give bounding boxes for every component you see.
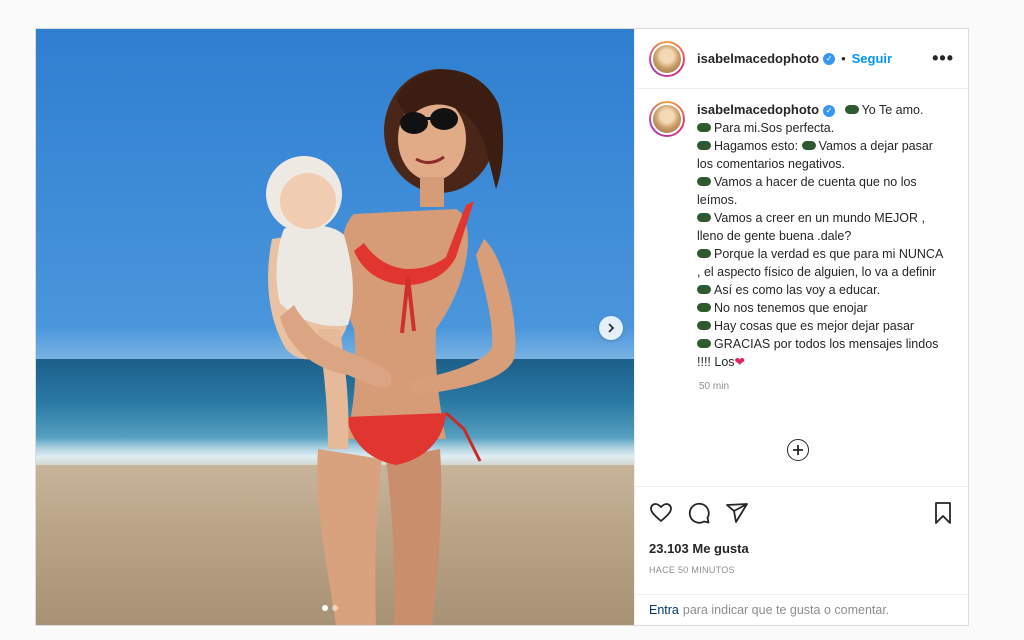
caption-line: Así es como las voy a educar. (714, 283, 881, 297)
sunglasses-emoji-icon (697, 249, 711, 259)
posted-time: HACE 50 MINUTOS (649, 565, 735, 575)
carousel-dot (322, 605, 328, 611)
login-prompt-text: para indicar que te gusta o comentar. (682, 603, 890, 617)
next-photo-button[interactable] (599, 316, 623, 340)
caption-line: No nos tenemos que enojar (714, 301, 868, 315)
caption-line: Porque la verdad es que para mi NUNCA , … (697, 247, 943, 279)
caption-line: Yo Te amo. (861, 103, 924, 117)
sunglasses-emoji-icon (697, 123, 711, 133)
caption-time[interactable]: 50 min (699, 381, 954, 392)
action-icons (649, 501, 954, 525)
sunglasses-emoji-icon (697, 141, 711, 151)
plus-circle-icon (793, 445, 803, 455)
avatar[interactable] (649, 40, 685, 77)
caption-line: Hagamos esto: (714, 139, 799, 153)
chevron-right-icon (608, 323, 615, 333)
sunglasses-emoji-icon (844, 105, 859, 115)
caption-username[interactable]: isabelmacedophoto (697, 102, 819, 117)
post-photo[interactable] (36, 29, 634, 625)
post-actions: 23.103 Me gusta HACE 50 MINUTOS (635, 486, 968, 594)
carousel-dot (332, 605, 338, 611)
comments-section: isabelmacedophoto ✓ Yo Te amo. Para mi.So… (635, 89, 968, 486)
sunglasses-emoji-icon (697, 177, 711, 187)
sunglasses-emoji-icon (697, 285, 711, 295)
verified-icon: ✓ (823, 104, 836, 117)
heart-emoji-icon: ❤ (734, 355, 746, 369)
login-link[interactable]: Entra (649, 603, 679, 617)
bookmark-icon[interactable] (932, 501, 954, 525)
carousel-dots (322, 605, 338, 611)
caption-line: Hay cosas que es mejor dejar pasar (714, 319, 915, 333)
instagram-post: isabelmacedophoto ✓ • Seguir ••• isabelm… (35, 28, 969, 626)
share-icon[interactable] (725, 501, 749, 525)
caption-line: Vamos a creer en un mundo MEJOR , lleno … (697, 211, 925, 243)
separator-dot: • (841, 51, 846, 66)
more-options-button[interactable]: ••• (932, 48, 954, 69)
load-more-comments-button[interactable] (787, 439, 809, 461)
sunglasses-emoji-icon (697, 339, 711, 349)
caption-line: Para mi.Sos perfecta. (714, 121, 835, 135)
follow-button[interactable]: Seguir (852, 51, 892, 66)
sunglasses-emoji-icon (697, 213, 711, 223)
caption: isabelmacedophoto ✓ Yo Te amo. Para mi.So… (649, 101, 954, 371)
verified-icon: ✓ (823, 52, 836, 65)
heart-icon[interactable] (649, 501, 673, 525)
caption-line: GRACIAS por todos los mensajes lindos !!… (697, 337, 939, 369)
login-prompt: Entra para indicar que te gusta o coment… (635, 594, 968, 625)
sunglasses-emoji-icon (697, 303, 711, 313)
caption-text: isabelmacedophoto ✓ Yo Te amo. Para mi.So… (697, 101, 947, 371)
people-illustration (266, 69, 516, 625)
post-sidebar: isabelmacedophoto ✓ • Seguir ••• isabelm… (634, 29, 968, 625)
header-username[interactable]: isabelmacedophoto (697, 51, 819, 66)
sunglasses-emoji-icon (801, 141, 816, 151)
post-header: isabelmacedophoto ✓ • Seguir ••• (635, 29, 968, 89)
likes-count[interactable]: 23.103 Me gusta (649, 541, 954, 556)
caption-avatar[interactable] (649, 101, 685, 137)
sunglasses-emoji-icon (697, 321, 711, 331)
caption-line: Vamos a hacer de cuenta que no los leímo… (697, 175, 917, 207)
comment-icon[interactable] (687, 501, 711, 525)
